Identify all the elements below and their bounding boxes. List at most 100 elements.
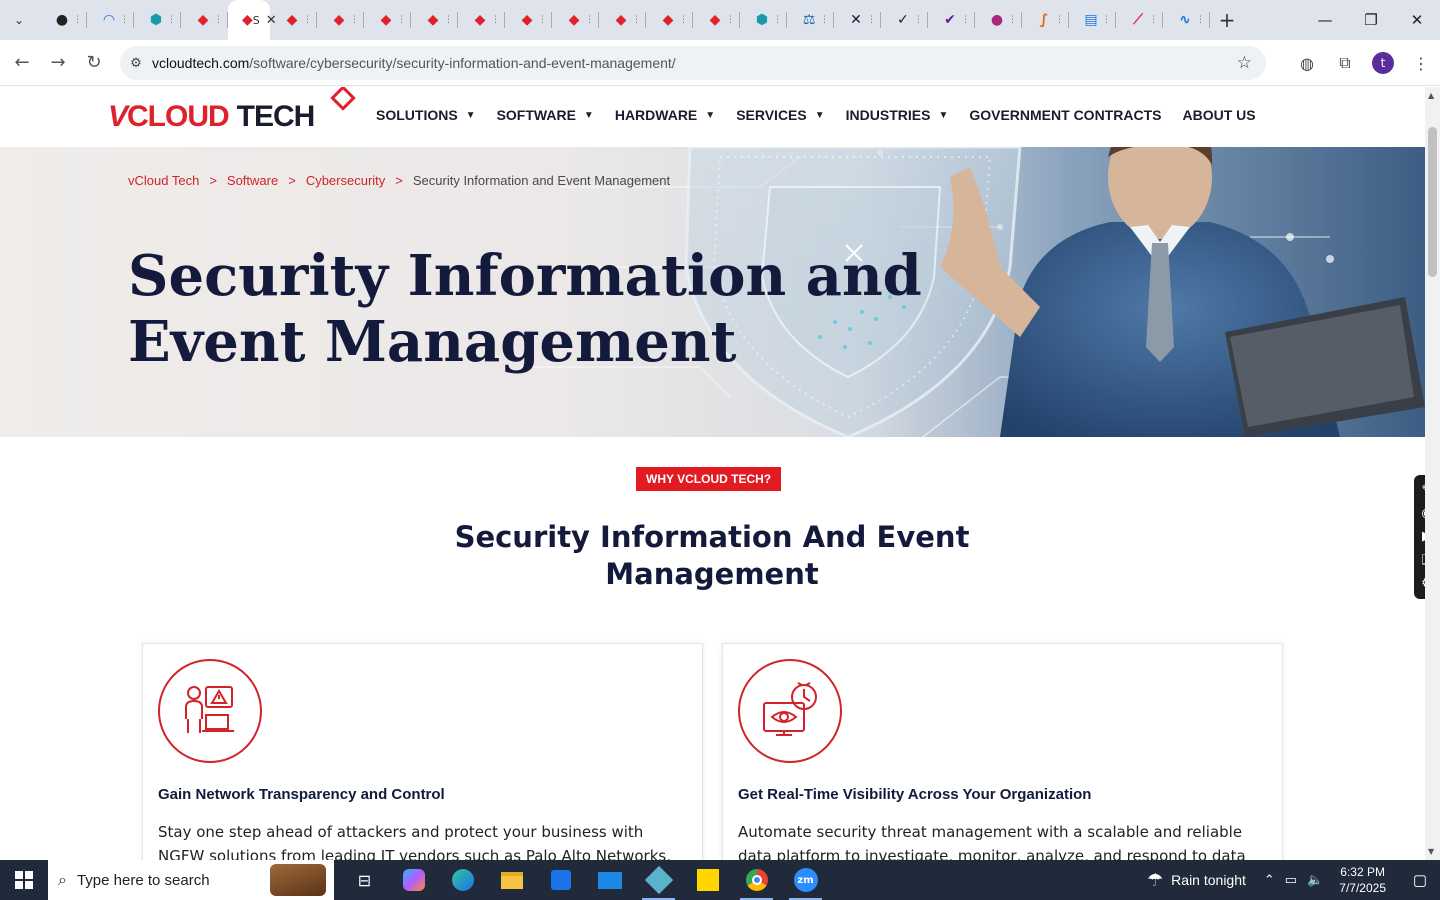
minimize-icon[interactable]: — <box>1302 0 1348 40</box>
notification-icon[interactable]: ▢ <box>1400 871 1440 889</box>
windows-logo-icon <box>15 871 33 889</box>
browser-tab[interactable]: ◆ ⋮ <box>411 0 458 40</box>
page-title: Security Information and Event Managemen… <box>128 243 922 375</box>
taskbar-search[interactable]: ⌕ Type here to search <box>48 860 334 900</box>
windows-taskbar: ⌕ Type here to search ⊟ zm ☂ Rain tonigh… <box>0 860 1440 900</box>
bookmark-star-icon[interactable]: ☆ <box>1237 53 1252 73</box>
reload-button[interactable]: ↻ <box>76 45 112 81</box>
clock[interactable]: 6:32 PM 7/7/2025 <box>1339 864 1386 896</box>
browser-tab[interactable]: ⬢ ⋮ <box>134 0 181 40</box>
nav-item-label: ABOUT US <box>1182 107 1256 123</box>
close-window-icon[interactable]: ✕ <box>1394 0 1440 40</box>
browser-tab[interactable]: ◆ ⋮ <box>552 0 599 40</box>
browser-tab[interactable]: ● ⋮ <box>975 0 1022 40</box>
mail-button[interactable] <box>585 860 634 900</box>
vs-app-button[interactable] <box>634 860 683 900</box>
scroll-up-icon[interactable]: ▲ <box>1428 91 1434 100</box>
sticky-notes-button[interactable] <box>683 860 732 900</box>
menu-kebab-icon[interactable]: ⋮ <box>1402 45 1440 81</box>
task-view-button[interactable]: ⊟ <box>340 860 389 900</box>
vcloud-icon: ◆ <box>521 12 533 28</box>
nav-item-software[interactable]: SOFTWARE ▼ <box>497 107 594 123</box>
network-icon[interactable]: ▭ <box>1285 872 1297 888</box>
caret-down-icon: ▼ <box>583 109 594 121</box>
copilot-button[interactable] <box>389 860 438 900</box>
browser-tab[interactable]: ∫ ⋮ <box>1022 0 1069 40</box>
file-explorer-button[interactable] <box>487 860 536 900</box>
breadcrumb-cybersecurity[interactable]: Cybersecurity <box>306 173 385 188</box>
browser-tab[interactable]: ∿ ⋮ <box>1163 0 1210 40</box>
logo-cloud: CLOUD <box>127 100 230 133</box>
browser-tab[interactable]: ✔ ⋮ <box>928 0 975 40</box>
browser-tab[interactable]: ● ⋮ <box>40 0 87 40</box>
tab-overflow-icon: ⋮ <box>1008 15 1017 25</box>
address-bar[interactable]: ⚙ vcloudtech.com/software/cybersecurity/… <box>120 46 1266 80</box>
weather-widget[interactable]: ☂ Rain tonight <box>1147 870 1246 891</box>
browser-tab[interactable]: ◠ ⋮ <box>87 0 134 40</box>
browser-tab[interactable]: ⚖ ⋮ <box>787 0 834 40</box>
restore-icon[interactable]: ❐ <box>1348 0 1394 40</box>
umbrella-icon: ☂ <box>1147 869 1164 890</box>
breadcrumb-current: Security Information and Event Managemen… <box>412 173 671 188</box>
tab-overflow-icon: ⋮ <box>914 15 923 25</box>
page-scrollbar[interactable]: ▲ ▼ <box>1425 87 1440 860</box>
browser-tab[interactable]: ◆ S ✕ <box>228 0 277 40</box>
back-button[interactable]: ← <box>4 45 40 81</box>
browser-tab[interactable]: ◆ ⋮ <box>364 0 411 40</box>
breadcrumb-separator: > <box>209 173 217 188</box>
tab-overflow-icon: ⋮ <box>538 15 547 25</box>
vcloud-icon: ◆ <box>427 12 439 28</box>
nav-item-government-contracts[interactable]: GOVERNMENT CONTRACTS <box>969 107 1161 123</box>
browser-tab[interactable]: ◆ ⋮ <box>458 0 505 40</box>
browser-tab[interactable]: ◆ ⋮ <box>270 0 317 40</box>
store-button[interactable] <box>536 860 585 900</box>
breadcrumb-separator: > <box>288 173 296 188</box>
zoom-button[interactable]: zm <box>781 860 830 900</box>
nav-item-services[interactable]: SERVICES ▼ <box>736 107 824 123</box>
nav-item-solutions[interactable]: SOLUTIONS ▼ <box>376 107 476 123</box>
site-logo[interactable]: V CLOUD TECH <box>108 87 356 137</box>
nav-item-about-us[interactable]: ABOUT US <box>1182 107 1255 123</box>
browser-tab[interactable]: ◆ ⋮ <box>181 0 228 40</box>
browser-tab[interactable]: ✓ ⋮ <box>881 0 928 40</box>
chevron-up-icon[interactable]: ⌃ <box>1264 872 1275 888</box>
caret-down-icon: ▼ <box>705 109 716 121</box>
start-button[interactable] <box>0 860 48 900</box>
tab-overflow-icon: ⋮ <box>585 15 594 25</box>
profile-avatar[interactable]: t <box>1372 52 1394 74</box>
browser-tab[interactable]: ◆ ⋮ <box>646 0 693 40</box>
extensions-icon[interactable]: ⧉ <box>1326 45 1364 81</box>
document-icon: ▤ <box>1084 12 1098 28</box>
tab-overflow-icon: ⋮ <box>397 15 406 25</box>
nav-item-hardware[interactable]: HARDWARE ▼ <box>615 107 715 123</box>
url-text[interactable]: vcloudtech.com/software/cybersecurity/se… <box>152 55 676 71</box>
tab-search-button[interactable]: ⌄ <box>4 5 34 35</box>
nav-item-industries[interactable]: INDUSTRIES ▼ <box>846 107 949 123</box>
web-page: V CLOUD TECH SOLUTIONS ▼ SOFTWARE ▼ HARDWARE ▼ S… <box>0 87 1425 860</box>
browser-tab[interactable]: ◆ ⋮ <box>693 0 740 40</box>
why-badge: WHY VCLOUD TECH? <box>636 467 782 491</box>
breadcrumb-home[interactable]: vCloud Tech <box>128 173 199 188</box>
site-info-icon[interactable]: ⚙ <box>120 56 152 71</box>
clock-date: 7/7/2025 <box>1339 881 1386 895</box>
new-tab-button[interactable]: + <box>1212 5 1242 35</box>
forward-button[interactable]: → <box>40 45 76 81</box>
scrollbar-thumb[interactable] <box>1428 127 1437 277</box>
hexagon-icon: ⬢ <box>149 12 163 28</box>
browser-tab[interactable]: ◆ ⋮ <box>599 0 646 40</box>
browser-tab[interactable]: ⬢ ⋮ <box>740 0 787 40</box>
browser-tab[interactable]: ▤ ⋮ <box>1069 0 1116 40</box>
volume-icon[interactable]: 🔈 <box>1307 872 1323 888</box>
browser-tab[interactable]: ◆ ⋮ <box>317 0 364 40</box>
browser-tab[interactable]: ✕ ⋮ <box>834 0 881 40</box>
edge-button[interactable] <box>438 860 487 900</box>
browser-tab[interactable]: ◆ ⋮ <box>505 0 552 40</box>
translate-icon[interactable]: ◍ <box>1288 45 1326 81</box>
brush-icon: ⟋ <box>1133 12 1143 28</box>
tab-list: ● ⋮ ◠ ⋮ ⬢ ⋮ ◆ ⋮ ◆ S ✕ ◆ ⋮ ◆ ⋮ ◆ ⋮ ◆ ⋮ ◆ ⋮ ◆ ⋮ ◆ ⋮ ◆ ⋮ ◆ ⋮ ◆ ⋮ ⬢ ⋮ ⚖ ⋮ ✕ ⋮ ✓ ⋮ ✔… <box>40 0 1210 40</box>
reload-icon: ↻ <box>86 52 102 73</box>
breadcrumb-software[interactable]: Software <box>227 173 278 188</box>
browser-tab[interactable]: ⟋ ⋮ <box>1116 0 1163 40</box>
chrome-button[interactable] <box>732 860 781 900</box>
scroll-down-icon[interactable]: ▼ <box>1428 847 1434 856</box>
